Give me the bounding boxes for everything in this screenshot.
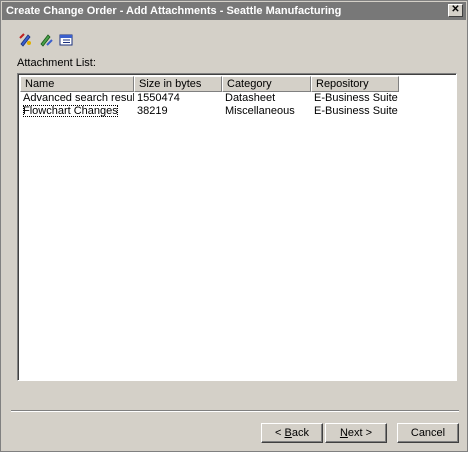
title-bar[interactable]: Create Change Order - Add Attachments - …: [2, 2, 466, 20]
cell-name: Advanced search results: [23, 92, 134, 104]
toolbar: [18, 32, 74, 50]
footer-separator: [11, 410, 459, 412]
close-icon: ✕: [451, 4, 460, 15]
cell-category: Miscellaneous: [225, 105, 295, 117]
cancel-button[interactable]: Cancel: [397, 423, 459, 443]
next-label-rest: ext >: [347, 427, 373, 439]
list-header: Name Size in bytes Category Repository: [20, 76, 399, 92]
window-title: Create Change Order - Add Attachments - …: [6, 5, 342, 17]
cell-category: Datasheet: [225, 92, 276, 104]
attach-add-icon[interactable]: [18, 32, 34, 48]
attach-edit-icon[interactable]: [38, 32, 54, 48]
cell-name: Flowchart Changes: [20, 105, 134, 118]
back-button[interactable]: < Back: [261, 423, 323, 443]
attach-properties-icon[interactable]: [58, 32, 74, 48]
dialog-window: Create Change Order - Add Attachments - …: [0, 0, 468, 452]
attachment-list-label: Attachment List:: [17, 57, 96, 69]
next-accelerator: N: [339, 427, 348, 439]
column-header-name[interactable]: Name: [20, 76, 134, 92]
back-label-prefix: <: [275, 427, 285, 439]
cell-repository: E-Business Suite: [314, 92, 398, 104]
back-label-rest: ack: [291, 427, 309, 439]
next-button[interactable]: Next >: [325, 423, 387, 443]
cell-repository: E-Business Suite: [314, 105, 398, 117]
column-header-repository[interactable]: Repository: [311, 76, 399, 92]
table-row[interactable]: Flowchart Changes 38219 Miscellaneous E-…: [20, 105, 399, 118]
attachment-list[interactable]: Name Size in bytes Category Repository A…: [17, 73, 457, 381]
focused-cell-text: Flowchart Changes: [23, 105, 118, 117]
column-header-category[interactable]: Category: [222, 76, 311, 92]
cell-size: 38219: [137, 105, 168, 117]
back-accelerator: B: [284, 427, 292, 439]
column-header-size[interactable]: Size in bytes: [134, 76, 222, 92]
close-button[interactable]: ✕: [448, 4, 463, 17]
table-row[interactable]: Advanced search results 1550474 Datashee…: [20, 92, 399, 105]
cell-size: 1550474: [137, 92, 180, 104]
